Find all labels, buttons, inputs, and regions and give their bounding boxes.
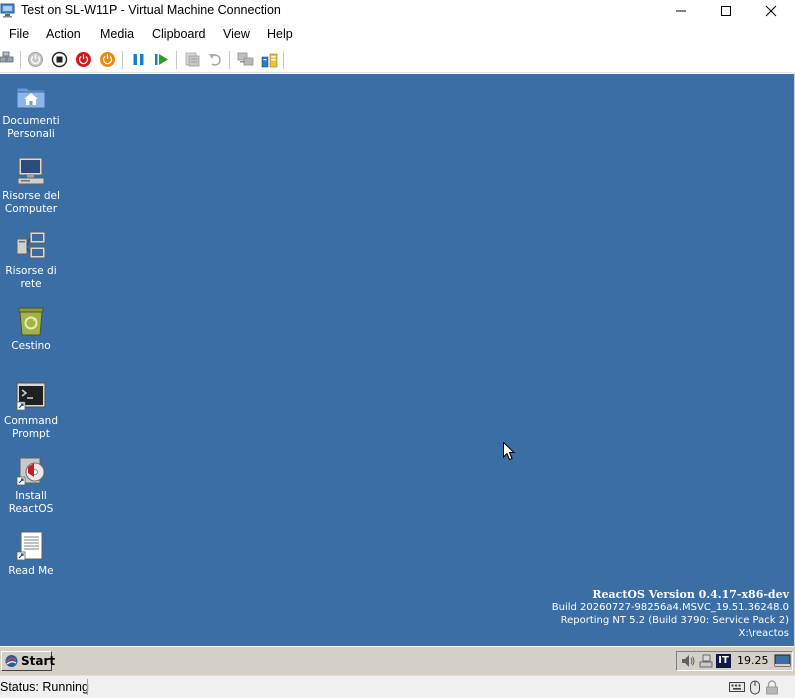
desktop-icon-label: Command Prompt — [4, 415, 58, 440]
network-tray-icon[interactable] — [698, 653, 714, 669]
mouse-cursor-icon — [503, 442, 515, 461]
language-indicator[interactable]: IT — [716, 654, 731, 668]
menu-clipboard[interactable]: Clipboard — [152, 27, 206, 41]
document-icon — [16, 531, 43, 561]
desktop-icon-network[interactable]: Risorse di rete — [0, 230, 62, 290]
volume-icon[interactable] — [680, 653, 696, 669]
desktop-icon-readme[interactable]: Read Me — [0, 530, 62, 578]
checkpoint-icon[interactable] — [184, 51, 201, 68]
home-folder-icon — [16, 87, 46, 109]
version-path: X:\reactos — [738, 628, 789, 639]
desktop-icon-documents[interactable]: Documenti Personali — [0, 80, 62, 140]
toolbar-separator — [20, 51, 21, 69]
version-title: ReactOS Version 0.4.17-x86-dev — [592, 588, 789, 601]
turn-off-icon[interactable] — [51, 51, 68, 68]
menu-help[interactable]: Help — [267, 27, 293, 41]
desktop-icon-label: Cestino — [11, 340, 51, 352]
desktop-icon-label: Read Me — [8, 565, 54, 577]
shut-down-icon[interactable] — [75, 51, 92, 68]
desktop-icon-command-prompt[interactable]: Command Prompt — [0, 380, 62, 440]
system-tray: IT 19.25 — [676, 651, 793, 671]
resume-icon[interactable] — [153, 51, 170, 68]
version-build: Build 20260727-98256a4.MSVC_19.51.36248.… — [551, 602, 789, 613]
toolbar-separator — [176, 51, 177, 69]
keyboard-icon — [729, 682, 745, 692]
close-icon — [765, 5, 776, 17]
desktop-icon-install-reactos[interactable]: Install ReactOS — [0, 455, 62, 515]
close-button[interactable] — [748, 0, 793, 22]
desktop-icon-label: Install ReactOS — [8, 490, 54, 515]
save-state-icon[interactable] — [99, 51, 116, 68]
start-vm-icon[interactable] — [27, 51, 44, 68]
toolbar-separator — [283, 51, 284, 69]
maximize-icon — [720, 6, 731, 16]
minimize-icon — [675, 10, 686, 12]
window-title: Test on SL-W11P - Virtual Machine Connec… — [21, 3, 281, 17]
menu-view[interactable]: View — [223, 27, 250, 41]
clock[interactable]: 19.25 — [737, 654, 769, 667]
share-icon[interactable] — [261, 51, 278, 68]
mouse-icon — [750, 680, 760, 695]
pause-icon[interactable] — [130, 51, 147, 68]
status-text: Status: Running — [0, 680, 89, 694]
desktop-icon-label: Risorse del Computer — [2, 190, 60, 215]
lock-icon — [766, 680, 778, 695]
vm-connection-icon — [0, 3, 15, 18]
network-icon — [16, 231, 46, 259]
computer-icon — [17, 157, 45, 185]
desktop-icon-computer[interactable]: Risorse del Computer — [0, 155, 62, 215]
desktop-icon-recycle-bin[interactable]: Cestino — [0, 305, 62, 353]
toolbar-separator — [229, 51, 230, 69]
toolbar — [0, 47, 795, 73]
reactos-logo-icon — [5, 655, 18, 667]
menu-file[interactable]: File — [9, 27, 29, 41]
maximize-button[interactable] — [703, 0, 748, 22]
enhanced-session-icon[interactable] — [237, 51, 254, 68]
install-cd-icon — [16, 457, 45, 486]
menu-action[interactable]: Action — [46, 27, 81, 41]
command-prompt-icon — [16, 382, 46, 411]
guest-desktop[interactable]: Documenti Personali Risorse del Computer… — [0, 74, 795, 646]
desktop-icon-label: Risorse di rete — [5, 265, 57, 290]
menu-media[interactable]: Media — [100, 27, 134, 41]
title-bar: Test on SL-W11P - Virtual Machine Connec… — [0, 0, 795, 22]
show-desktop-icon[interactable] — [774, 653, 791, 669]
desktop-icon-label: Documenti Personali — [2, 115, 60, 140]
status-bar: Status: Running — [0, 675, 795, 698]
revert-icon[interactable] — [207, 51, 224, 68]
minimize-button[interactable] — [658, 0, 703, 22]
status-separator — [87, 679, 88, 695]
toolbar-separator — [122, 51, 123, 69]
start-label: Start — [21, 654, 56, 668]
version-reporting: Reporting NT 5.2 (Build 3790: Service Pa… — [560, 615, 789, 626]
guest-taskbar: Start IT 19.25 — [0, 646, 795, 675]
recycle-bin-icon — [18, 307, 44, 336]
start-button[interactable]: Start — [1, 651, 56, 671]
version-info: ReactOS Version 0.4.17-x86-dev Build 202… — [552, 588, 789, 640]
ctrl-alt-del-icon[interactable] — [0, 51, 17, 68]
menu-bar: File Action Media Clipboard View Help — [0, 24, 795, 44]
